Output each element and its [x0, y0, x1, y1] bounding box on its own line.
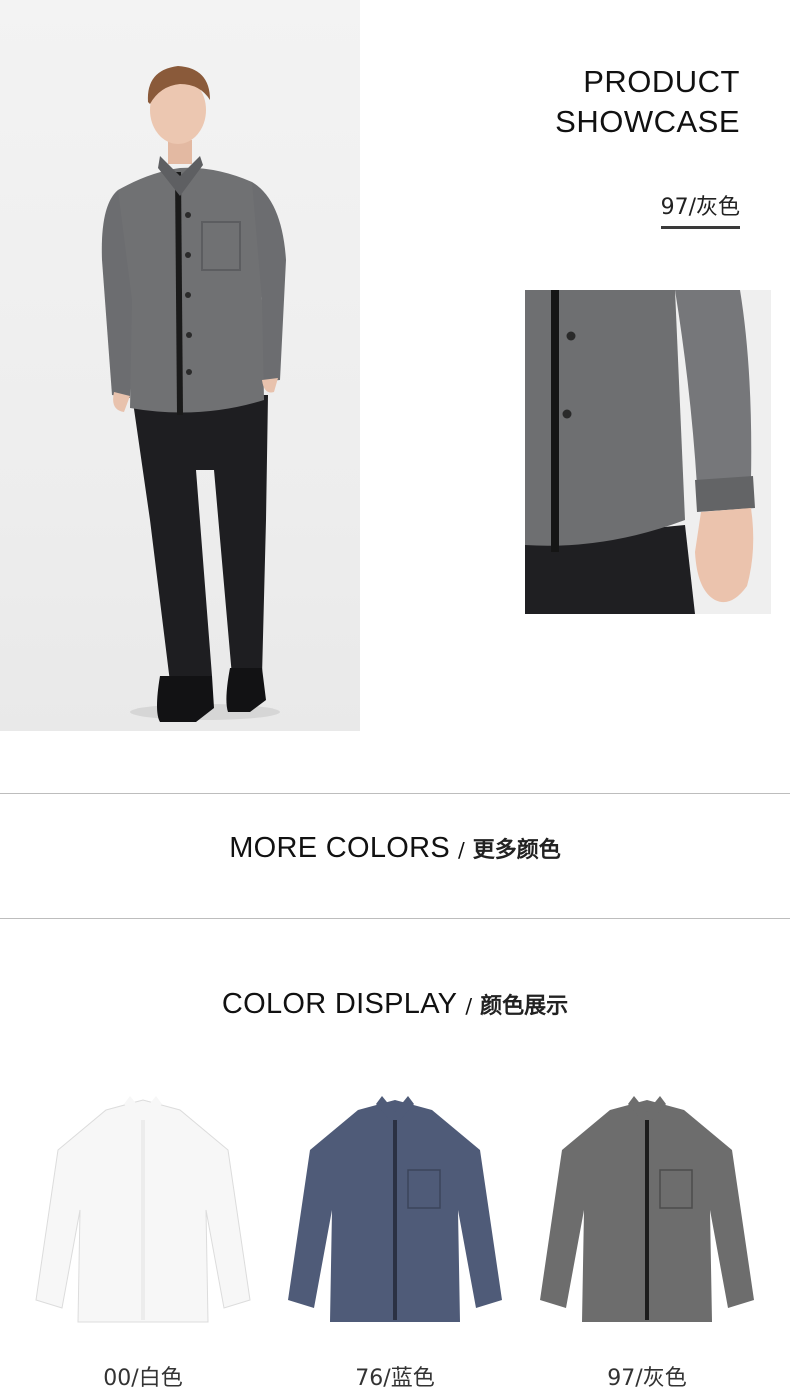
swatch-blue[interactable] — [280, 1090, 510, 1340]
shirt-white-icon — [35, 1096, 251, 1323]
showcase-title-line2: SHOWCASE — [555, 104, 740, 139]
color-display-title: COLOR DISPLAY — [221, 988, 458, 1020]
swatch-white[interactable] — [28, 1090, 258, 1340]
swatch-grey[interactable] — [532, 1090, 762, 1340]
shirt-grey-icon — [540, 1096, 754, 1322]
color-code-label: 97/灰色 — [660, 194, 740, 229]
model-photo — [0, 0, 360, 731]
swatch-white-label: 00/白色 — [103, 1366, 183, 1391]
detail-illustration — [525, 290, 771, 614]
showcase-title-line1: PRODUCT — [583, 64, 740, 99]
more-colors-heading: MORE COLORS / 更多颜色 — [0, 832, 790, 865]
showcase-title: PRODUCT SHOWCASE — [555, 62, 740, 142]
divider-top — [0, 793, 790, 794]
more-colors-separator: / — [458, 838, 465, 862]
shirt-blue-icon — [288, 1096, 502, 1322]
divider-bottom — [0, 918, 790, 919]
more-colors-title-cn: 更多颜色 — [472, 838, 561, 863]
color-display-title-cn: 颜色展示 — [480, 994, 569, 1019]
swatch-blue-label: 76/蓝色 — [355, 1366, 435, 1391]
model-illustration — [101, 66, 286, 722]
swatch-grey-label: 97/灰色 — [607, 1366, 687, 1391]
more-colors-title: MORE COLORS — [229, 832, 451, 864]
detail-photo — [525, 290, 771, 614]
color-display-separator: / — [465, 994, 473, 1018]
color-display-heading: COLOR DISPLAY / 颜色展示 — [0, 988, 790, 1021]
